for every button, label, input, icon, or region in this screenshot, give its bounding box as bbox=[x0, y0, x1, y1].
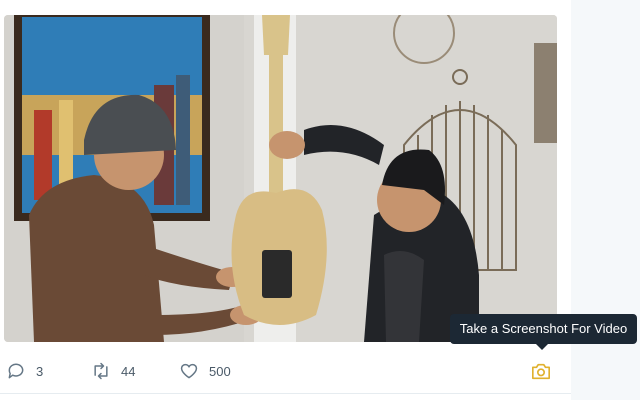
screenshot-video-button[interactable] bbox=[530, 361, 552, 381]
retweet-icon bbox=[94, 362, 108, 380]
screenshot-tooltip: Take a Screenshot For Video bbox=[450, 314, 637, 344]
tweet-video-player[interactable] bbox=[4, 15, 557, 342]
retweet-count: 44 bbox=[121, 363, 136, 379]
reply-count: 3 bbox=[36, 363, 44, 379]
like-count: 500 bbox=[209, 363, 231, 379]
reply-icon bbox=[8, 363, 24, 379]
retweet-button[interactable]: 44 bbox=[91, 355, 135, 387]
tooltip-arrow bbox=[536, 344, 548, 350]
camera-icon bbox=[532, 363, 551, 380]
heart-icon bbox=[180, 363, 198, 379]
like-button[interactable]: 500 bbox=[179, 355, 231, 387]
tweet-divider bbox=[0, 393, 571, 394]
tweet-action-bar: 3 44 500 bbox=[0, 355, 571, 387]
video-frame bbox=[4, 15, 557, 342]
reply-button[interactable]: 3 bbox=[6, 355, 43, 387]
